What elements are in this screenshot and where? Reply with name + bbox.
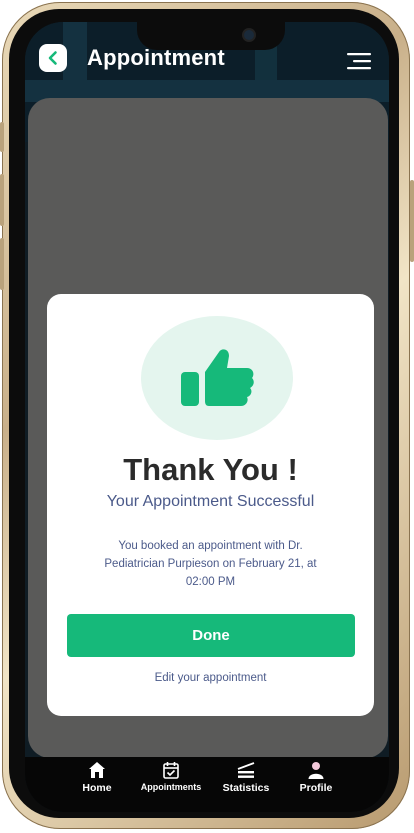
nav-item-statistics[interactable]: Statistics (211, 761, 281, 794)
nav-item-profile[interactable]: Profile (281, 761, 351, 794)
menu-icon[interactable] (347, 52, 371, 70)
screen: Appointment Thank You ! Your Appointment… (25, 22, 389, 812)
calendar-check-icon (163, 762, 179, 779)
nav-item-appointments[interactable]: Appointments (136, 761, 206, 792)
camera (244, 30, 254, 40)
success-dialog: Thank You ! Your Appointment Successful … (47, 294, 374, 716)
nav-label-home: Home (82, 782, 112, 794)
icon-circle (141, 316, 293, 440)
phone-side-button (0, 174, 4, 226)
heading: Thank You ! (123, 452, 298, 487)
home-icon (89, 762, 105, 778)
phone-side-button (410, 180, 414, 262)
subheading: Your Appointment Successful (106, 493, 315, 510)
nav-label-statistics: Statistics (222, 782, 270, 794)
edit-appointment-link[interactable]: Edit your appointment (47, 672, 374, 684)
phone-side-button (0, 122, 4, 152)
notch (137, 22, 285, 50)
nav-label-appointments: Appointments (140, 782, 202, 792)
profile-icon (308, 762, 324, 779)
phone-side-button (0, 238, 4, 290)
appointment-message: You booked an appointment with Dr. Pedia… (104, 540, 317, 588)
back-button[interactable] (39, 44, 67, 72)
modal-overlay: Thank You ! Your Appointment Successful … (28, 98, 388, 758)
done-button[interactable]: Done (67, 614, 355, 657)
chevron-left-icon (48, 51, 57, 65)
bottom-nav: Home Appointments Statistics Profile (25, 757, 389, 812)
thumbs-up-icon (181, 349, 254, 406)
statistics-icon (237, 762, 255, 778)
nav-item-home[interactable]: Home (62, 761, 132, 794)
nav-label-profile: Profile (299, 782, 333, 794)
